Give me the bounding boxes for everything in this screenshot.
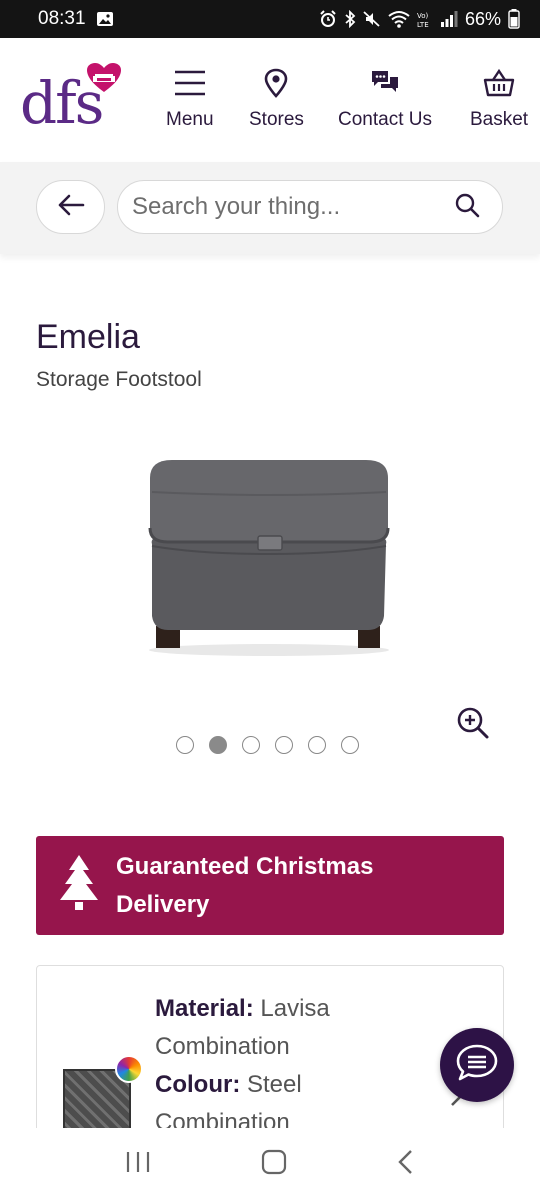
signal-icon [440,10,458,28]
carousel-dot-active[interactable] [209,736,227,754]
site-header: dfs Menu Stores Contact Us Basket [0,38,540,162]
nav-basket-label: Basket [470,109,529,130]
status-bar: 08:31 Vo) LTE 66% [0,0,540,38]
nav-stores[interactable]: Stores [249,68,304,131]
wifi-icon [388,10,410,28]
christmas-tree-icon [58,854,100,917]
search-icon[interactable] [454,192,480,223]
dfs-logo[interactable]: dfs [20,60,122,140]
home-icon[interactable] [261,1149,287,1180]
battery-icon [508,9,520,29]
basket-icon [483,68,515,103]
location-pin-icon [263,68,289,103]
product-image[interactable] [138,450,400,660]
carousel-dot[interactable] [308,736,326,754]
search-box [117,180,503,234]
christmas-delivery-text: Guaranteed Christmas Delivery [116,852,374,918]
sofa-heart-icon [86,62,122,99]
bluetooth-icon [344,10,356,28]
status-time: 08:31 [38,8,86,29]
chat-bubbles-icon [370,68,400,103]
christmas-delivery-banner: Guaranteed Christmas Delivery [36,836,504,935]
system-nav-bar [0,1128,540,1200]
zoom-in-icon [456,707,490,744]
nav-basket[interactable]: Basket [470,68,528,131]
volte-icon: Vo) LTE [417,10,433,28]
hamburger-icon [174,68,206,103]
nav-menu-label: Menu [166,109,214,130]
chat-icon [455,1043,499,1088]
back-nav-icon[interactable] [397,1149,415,1180]
arrow-left-icon [57,193,85,222]
recent-apps-icon[interactable] [125,1150,151,1179]
gallery-icon [96,11,114,27]
colour-label: Colour: [155,1071,241,1098]
mute-icon [363,10,381,28]
battery-percent: 66% [464,8,501,29]
search-bar-area [0,162,540,254]
carousel-dot[interactable] [242,736,260,754]
search-input[interactable] [132,193,454,221]
svg-text:Vo): Vo) [417,12,429,20]
back-button[interactable] [36,180,105,234]
zoom-in-button[interactable] [456,706,490,745]
alarm-icon [319,10,337,28]
carousel-dot[interactable] [176,736,194,754]
live-chat-button[interactable] [440,1028,514,1102]
carousel-dot[interactable] [341,736,359,754]
colour-wheel-icon [115,1055,143,1083]
nav-contact-label: Contact Us [338,109,432,130]
nav-menu[interactable]: Menu [166,68,214,131]
option-details: Material: Lavisa Combination Colour: Ste… [155,990,395,1142]
nav-stores-label: Stores [249,109,304,130]
product-subtitle: Storage Footstool [36,368,202,391]
svg-text:LTE: LTE [417,21,429,28]
material-label: Material: [155,995,254,1022]
carousel-dot[interactable] [275,736,293,754]
carousel-dots [176,736,359,754]
nav-contact-us[interactable]: Contact Us [338,68,432,131]
product-title: Emelia [36,318,140,356]
